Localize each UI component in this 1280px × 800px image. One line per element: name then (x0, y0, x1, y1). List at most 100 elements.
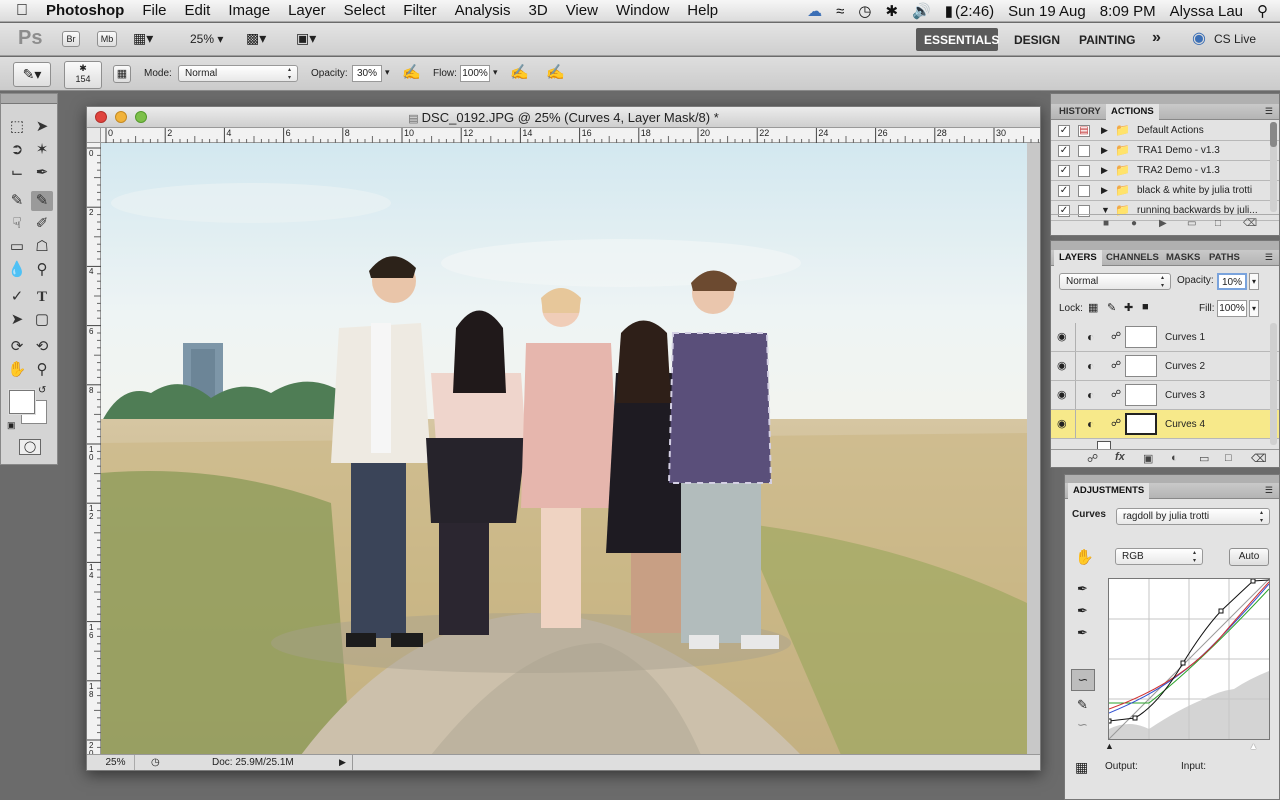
apple-icon[interactable]:  (0, 0, 37, 22)
pencil-draw-icon[interactable]: ✎ (1077, 697, 1088, 713)
next-layer-row-partial[interactable] (1051, 439, 1279, 449)
delete-layer-icon[interactable]: ⌫ (1251, 452, 1267, 465)
gray-point-eyedropper-icon[interactable]: ✒ (1077, 603, 1088, 619)
layers-scrollbar[interactable] (1270, 323, 1277, 445)
curves-adjustment-icon[interactable]: ◐ (1087, 330, 1094, 344)
marquee-tool-icon[interactable]: ⬚ (6, 117, 28, 137)
vertical-ruler[interactable]: 024681 01 21 41 61 82 0 (87, 143, 101, 758)
menu-filter[interactable]: Filter (394, 0, 445, 22)
mask-link-icon[interactable]: ☍ (1111, 331, 1121, 342)
blur-tool-icon[interactable]: 💧 (6, 260, 28, 280)
fill-dropdown-icon[interactable]: ▾ (1249, 300, 1259, 317)
tab-paths[interactable]: PATHS (1204, 250, 1245, 266)
move-tool-icon[interactable]: ➤ (31, 117, 53, 137)
wifi-icon[interactable]: ≈ (829, 3, 851, 20)
type-tool-icon[interactable]: T (31, 287, 53, 307)
volume-icon[interactable]: 🔊 (905, 2, 938, 20)
layer-row[interactable]: ◉ ◐ ☍ Curves 2 (1051, 352, 1279, 381)
menubar-user[interactable]: Alyssa Lau (1163, 3, 1250, 20)
curves-preset-select[interactable]: ragdoll by julia trotti (1116, 508, 1270, 525)
panel-menu-icon[interactable]: ☰ (1265, 106, 1273, 117)
mask-link-icon[interactable]: ☍ (1111, 389, 1121, 400)
menu-window[interactable]: Window (607, 0, 678, 22)
menu-analysis[interactable]: Analysis (446, 0, 520, 22)
eraser-tool-icon[interactable]: ▭ (6, 237, 28, 257)
menu-help[interactable]: Help (678, 0, 727, 22)
app-menu[interactable]: Photoshop (37, 0, 133, 22)
spotlight-icon[interactable]: ⚲ (1250, 2, 1280, 20)
mode-select[interactable]: Normal (178, 65, 298, 82)
curve-display-icon[interactable]: ▦ (1075, 759, 1088, 776)
status-menu-arrow-icon[interactable]: ▶ (339, 755, 346, 770)
layer-style-icon[interactable]: fx (1115, 451, 1125, 463)
mini-bridge-button[interactable]: Mb (97, 31, 117, 47)
tab-layers[interactable]: LAYERS (1054, 250, 1102, 266)
document-title-bar[interactable]: ▤ DSC_0192.JPG @ 25% (Curves 4, Layer Ma… (87, 107, 1040, 128)
action-toggle-checkbox[interactable]: ✓ (1058, 125, 1070, 137)
menu-3d[interactable]: 3D (520, 0, 557, 22)
cs-live-button[interactable]: CS Live (1214, 32, 1256, 46)
brush-tool-icon[interactable]: ✎ (31, 191, 53, 211)
curves-graph[interactable] (1106, 578, 1270, 740)
layer-opacity-field[interactable]: 10% (1217, 273, 1247, 290)
status-zoom-field[interactable]: 25% (97, 755, 135, 770)
visibility-eye-icon[interactable]: ◉ (1057, 417, 1067, 430)
time-machine-icon[interactable]: ◷ (851, 2, 878, 20)
action-set-row[interactable]: ✓ ▶ 📁 TRA2 Demo - v1.3 (1051, 161, 1279, 181)
disclosure-collapsed-icon[interactable]: ▶ (1101, 125, 1108, 136)
swap-colors-icon[interactable]: ↺ (38, 385, 46, 396)
lock-all-icon[interactable]: ■ (1142, 301, 1149, 313)
new-set-icon[interactable]: ▭ (1187, 218, 1196, 229)
paint-bucket-tool-icon[interactable]: ☖ (31, 237, 53, 257)
clone-stamp-tool-icon[interactable]: ☟ (6, 214, 28, 234)
magic-wand-tool-icon[interactable]: ✶ (31, 140, 53, 160)
photo-canvas[interactable] (101, 143, 1027, 755)
action-dialog-toggle[interactable]: ▤ (1078, 125, 1090, 137)
tab-adjustments[interactable]: ADJUSTMENTS (1068, 483, 1150, 499)
tab-history[interactable]: HISTORY (1054, 104, 1106, 120)
channel-select[interactable]: RGB (1115, 548, 1203, 565)
menu-layer[interactable]: Layer (279, 0, 335, 22)
menu-view[interactable]: View (557, 0, 607, 22)
pressure-opacity-icon[interactable]: ✍ (402, 63, 421, 81)
panel-grip[interactable] (1051, 241, 1279, 250)
action-dialog-toggle[interactable] (1078, 165, 1090, 177)
white-point-eyedropper-icon[interactable]: ✒ (1077, 625, 1088, 641)
foreground-color-swatch[interactable] (9, 390, 35, 414)
cs-live-icon[interactable]: ◉ (1192, 28, 1206, 48)
disclosure-collapsed-icon[interactable]: ▶ (1101, 145, 1108, 156)
view-extras-icon[interactable]: ▦▾ (133, 30, 153, 47)
eyedropper-tool-icon[interactable]: ✒ (31, 163, 53, 183)
new-layer-icon[interactable]: □ (1225, 452, 1232, 464)
hand-tool-icon[interactable]: ✋ (6, 360, 28, 380)
panel-menu-icon[interactable]: ☰ (1265, 485, 1273, 496)
horizontal-ruler[interactable]: 0 2 4 6 8 10 12 14 16 18 20 22 24 26 28 30 (101, 128, 1040, 143)
layer-mask-thumbnail[interactable] (1125, 355, 1157, 377)
lasso-tool-icon[interactable]: ➲ (6, 140, 28, 160)
menu-image[interactable]: Image (219, 0, 279, 22)
white-input-slider-icon[interactable]: ▲ (1249, 741, 1258, 751)
menu-file[interactable]: File (133, 0, 175, 22)
history-brush-tool-icon[interactable]: ✐ (31, 214, 53, 234)
lock-position-icon[interactable]: ✚ (1124, 301, 1133, 314)
tool-preset-picker[interactable]: ✎▾ (13, 62, 51, 87)
layer-row[interactable]: ◉ ◐ ☍ Curves 3 (1051, 381, 1279, 410)
layer-opacity-dropdown-icon[interactable]: ▾ (1249, 273, 1259, 290)
black-point-eyedropper-icon[interactable]: ✒ (1077, 581, 1088, 597)
brush-preset-picker[interactable]: ✱ 154 (64, 61, 102, 89)
action-dialog-toggle[interactable] (1078, 145, 1090, 157)
visibility-eye-icon[interactable]: ◉ (1057, 359, 1067, 372)
bridge-button[interactable]: Br (62, 31, 80, 47)
black-input-slider-icon[interactable]: ▲ (1105, 741, 1114, 751)
arrange-documents-icon[interactable]: ▩▾ (246, 30, 266, 47)
action-toggle-checkbox[interactable]: ✓ (1058, 145, 1070, 157)
curves-adjustment-icon[interactable]: ◐ (1087, 359, 1094, 373)
record-icon[interactable]: ● (1131, 218, 1137, 229)
mask-link-icon[interactable]: ☍ (1111, 360, 1121, 371)
action-toggle-checkbox[interactable]: ✓ (1058, 165, 1070, 177)
layer-row[interactable]: ◉ ◐ ☍ Curves 4 (1051, 410, 1279, 439)
action-set-row[interactable]: ✓ ▶ 📁 black & white by julia trotti (1051, 181, 1279, 201)
auto-button[interactable]: Auto (1229, 548, 1269, 566)
zoom-tool-icon[interactable]: ⚲ (31, 360, 53, 380)
action-dialog-toggle[interactable] (1078, 185, 1090, 197)
